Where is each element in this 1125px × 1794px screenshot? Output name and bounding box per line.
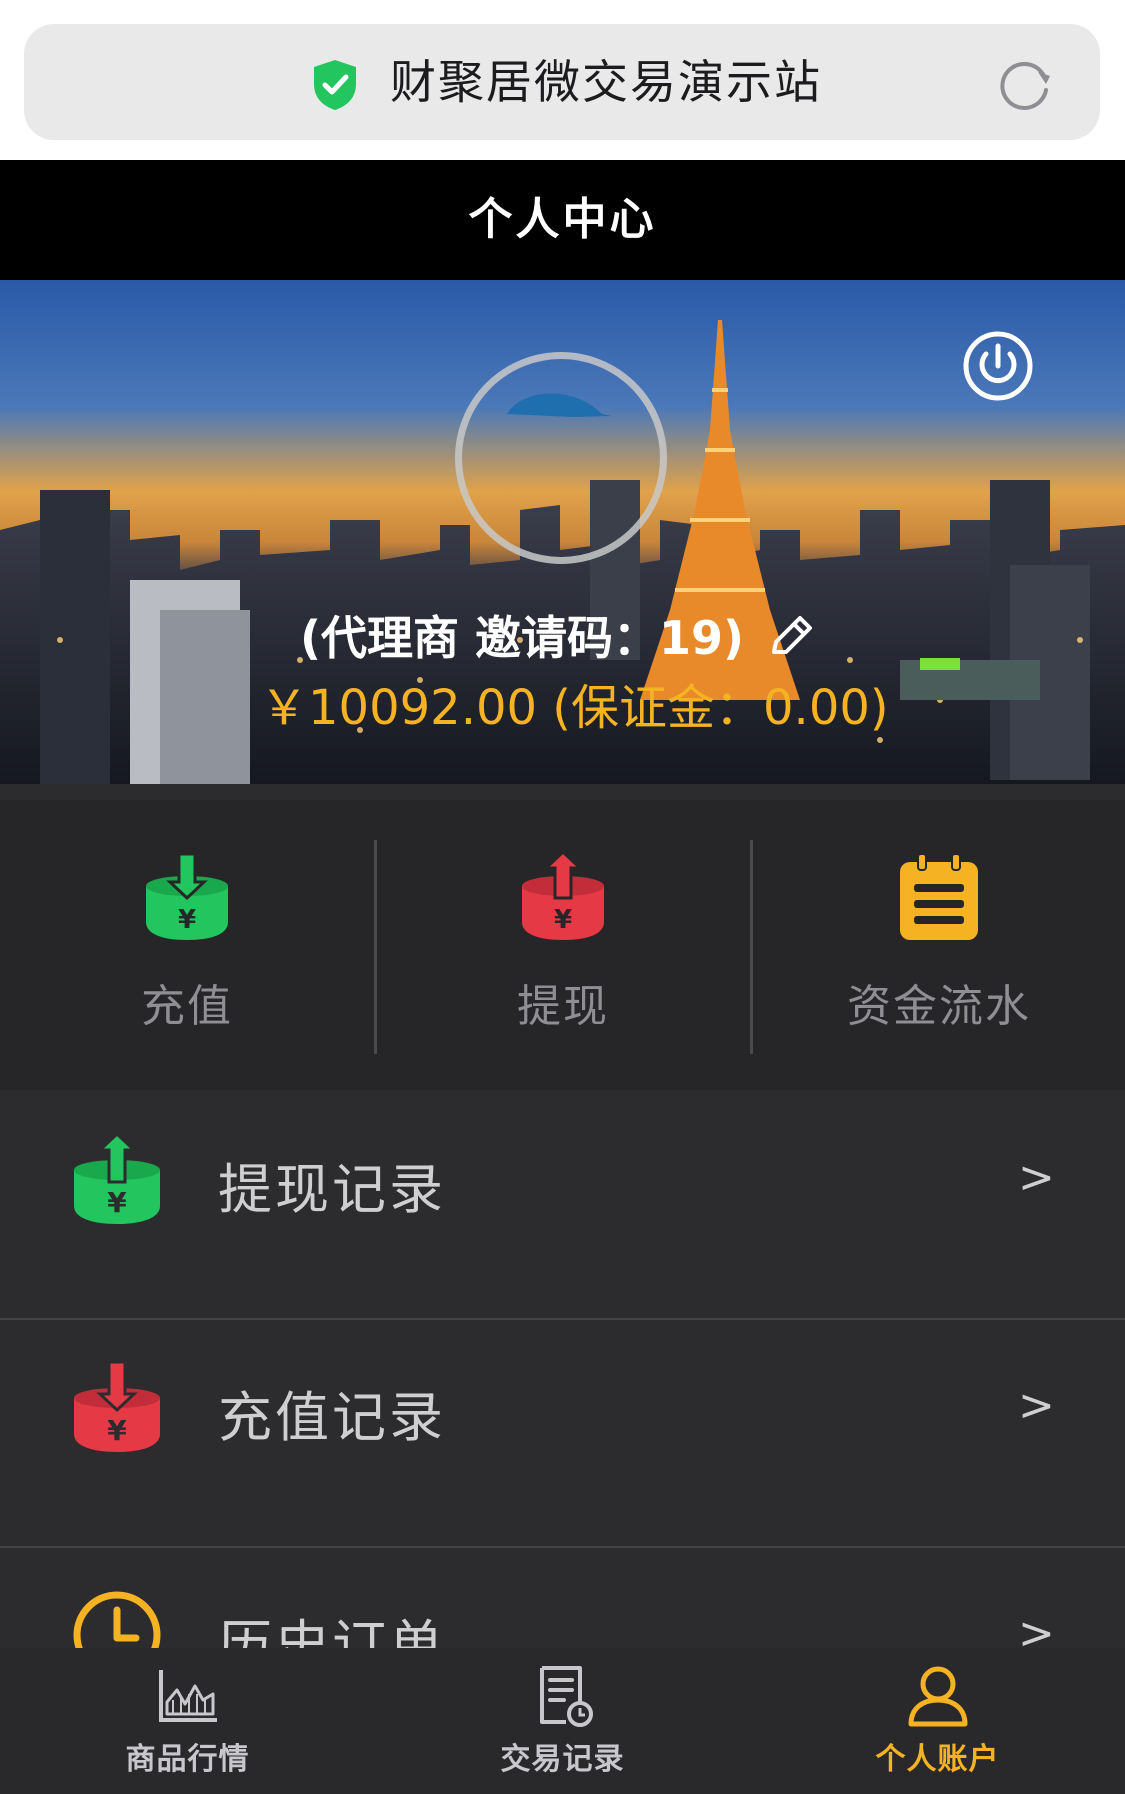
- svg-text:¥: ¥: [107, 1186, 127, 1219]
- svg-text:¥: ¥: [554, 905, 572, 935]
- deposit-button[interactable]: ¥ 充值: [0, 800, 374, 1090]
- withdraw-button[interactable]: ¥ 提现: [376, 800, 750, 1090]
- avatar[interactable]: [455, 352, 667, 564]
- tab-label: 交易记录: [500, 1742, 625, 1777]
- notepad-icon: [900, 853, 978, 940]
- tab-trade-records[interactable]: 交易记录: [375, 1648, 750, 1794]
- user-info-line: (代理商 邀请码：19): [300, 611, 745, 665]
- document-icon: [540, 1666, 593, 1727]
- user-icon: [908, 1666, 968, 1727]
- chevron-right-icon: >: [1018, 1380, 1055, 1431]
- avatar-image: [507, 393, 612, 417]
- page-title: 个人中心: [0, 160, 1125, 280]
- fund-flow-label: 资金流水: [847, 981, 1031, 1032]
- reload-icon[interactable]: [996, 54, 1056, 114]
- deposit-icon: ¥: [74, 1360, 160, 1452]
- power-icon[interactable]: [962, 330, 1034, 402]
- bottom-tab-bar: 商品行情 交易记录 个人账户: [0, 1648, 1125, 1794]
- tab-label: 个人账户: [875, 1742, 1000, 1777]
- browser-top-bar: 财聚居微交易演示站: [0, 0, 1125, 160]
- menu-item-deposit-records[interactable]: ¥ 充值记录 >: [0, 1320, 1125, 1549]
- address-bar-title: 财聚居微交易演示站: [390, 55, 822, 109]
- withdraw-icon: ¥: [74, 1132, 160, 1224]
- withdraw-icon: ¥: [522, 852, 604, 940]
- svg-text:¥: ¥: [178, 905, 196, 935]
- deposit-label: 充值: [141, 981, 233, 1032]
- edit-icon[interactable]: [766, 612, 816, 662]
- tab-label: 商品行情: [125, 1742, 250, 1777]
- tab-market[interactable]: 商品行情: [0, 1648, 375, 1794]
- menu-item-withdraw-records[interactable]: ¥ 提现记录 >: [0, 1092, 1125, 1321]
- profile-hero: (代理商 邀请码：19) ￥10092.00 (保证金：0.00): [0, 280, 1125, 784]
- address-bar[interactable]: 财聚居微交易演示站: [24, 24, 1100, 140]
- tab-personal-account[interactable]: 个人账户: [750, 1648, 1125, 1794]
- balance-display: ￥10092.00 (保证金：0.00): [260, 680, 889, 736]
- withdraw-label: 提现: [517, 981, 609, 1032]
- svg-text:¥: ¥: [107, 1414, 127, 1447]
- deposit-icon: ¥: [146, 852, 228, 940]
- menu-item-label: 充值记录: [218, 1386, 446, 1449]
- chart-icon: [159, 1670, 217, 1722]
- shield-icon: [314, 60, 356, 110]
- fund-flow-button[interactable]: 资金流水: [752, 800, 1125, 1090]
- chevron-right-icon: >: [1018, 1152, 1055, 1203]
- quick-actions: ¥ 充值 ¥ 提现 资金流水: [0, 800, 1125, 1090]
- menu-item-label: 提现记录: [218, 1158, 446, 1221]
